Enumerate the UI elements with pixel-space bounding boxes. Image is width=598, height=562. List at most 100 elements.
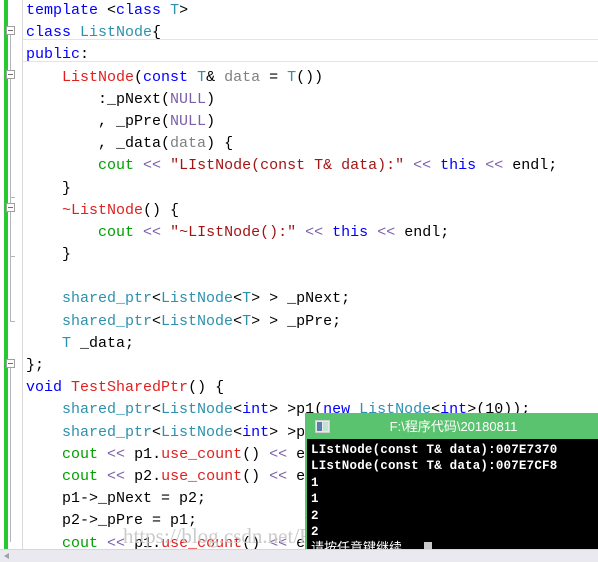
code-token: { [152,24,162,42]
console-output-line: 1 [311,475,319,490]
code-token: "LIstNode(const T& data):" [170,157,405,175]
code-line[interactable]: , _pPre(NULL) [0,111,598,133]
code-token: use_count [161,445,243,463]
code-token: cout [98,157,135,175]
horizontal-scrollbar[interactable] [0,549,598,562]
code-token: T [170,2,180,19]
console-window[interactable]: F:\程序代码\20180811 LIstNode(const T& data)… [305,413,598,562]
code-token: ListNode [161,290,234,308]
code-line[interactable]: cout << "LIstNode(const T& data):" << th… [0,155,598,177]
code-token: cout [62,445,99,463]
console-output-line: LIstNode(const T& data):007E7370 [311,443,558,457]
code-line[interactable]: , _data(data) { [0,133,598,155]
code-token: cout [98,223,135,241]
code-token: } [62,246,72,264]
code-line[interactable]: shared_ptr<ListNode<T> > _pPre; [0,311,598,333]
code-token: > [179,2,189,19]
code-token: << [269,445,288,463]
code-token: const [143,68,189,86]
code-token: < [107,2,117,19]
console-output-line: 2 [311,508,319,523]
code-token: , _data [98,135,162,153]
code-token: ListNode [161,312,234,330]
code-token: << [143,223,162,241]
console-title-text: F:\程序代码\20180811 [389,419,518,434]
code-token: << [107,534,126,550]
code-token: cout [62,467,99,485]
code-token: this [332,223,369,241]
code-line[interactable]: ~ListNode() { [0,200,598,222]
code-token: ) { [206,135,234,153]
code-token: < [152,423,162,441]
code-line[interactable]: T _data; [0,333,598,355]
code-token: ( [161,90,171,108]
code-line[interactable]: public: [0,44,598,66]
code-line[interactable]: void TestSharedPtr() { [0,377,598,399]
code-token: NULL [170,90,207,108]
code-token: () [242,534,270,550]
code-token: :_pNext [98,90,162,108]
code-line[interactable]: template <class T> [0,0,598,22]
code-token: () [242,445,270,463]
scroll-left-arrow-icon[interactable] [0,550,14,562]
code-token: << [305,223,324,241]
code-token: T [242,312,252,330]
console-output-line: LIstNode(const T& data):007E7CF8 [311,459,558,474]
code-line[interactable]: }; [0,355,598,377]
code-token: public [26,46,81,64]
code-token: endl; [503,157,558,175]
code-token: ListNode [161,423,234,441]
code-token: > > _pPre; [251,312,342,330]
code-token: _data; [71,334,135,352]
code-token: < [233,312,243,330]
console-title-bar[interactable]: F:\程序代码\20180811 [307,415,598,439]
code-token: ListNode [161,401,234,419]
code-token: data [170,135,207,153]
code-token: << [413,157,432,175]
code-token: ()) [296,68,324,86]
console-output-line: 2 [311,525,319,540]
code-token: p1. [125,534,162,550]
code-token: use_count [161,467,243,485]
code-token: : [80,46,90,64]
code-token: p2. [125,467,162,485]
code-line[interactable]: :_pNext(NULL) [0,89,598,111]
code-token: use_count [161,534,243,550]
code-token: & [206,68,225,86]
code-line[interactable]: ListNode(const T& data = T()) [0,67,598,89]
code-token: ~ListNode [62,201,144,219]
code-token: int [242,423,270,441]
code-token: T [287,68,297,86]
code-line[interactable]: class ListNode{ [0,22,598,44]
code-token: () [242,467,270,485]
code-token: < [152,312,162,330]
code-token: ListNode [62,68,135,86]
code-line[interactable]: } [0,178,598,200]
code-token: int [242,401,270,419]
code-token: } [62,179,72,197]
code-token: T [242,290,252,308]
code-token: ) [206,90,216,108]
code-line[interactable]: } [0,244,598,266]
code-token: , _pPre [98,112,162,130]
code-token: class [26,24,72,42]
code-token: < [152,290,162,308]
code-token: < [152,401,162,419]
code-token: shared_ptr [62,423,153,441]
code-line[interactable] [0,266,598,288]
code-line[interactable]: shared_ptr<ListNode<T> > _pNext; [0,288,598,310]
code-line[interactable]: cout << "~LIstNode():" << this << endl; [0,222,598,244]
code-token: }; [26,357,45,374]
